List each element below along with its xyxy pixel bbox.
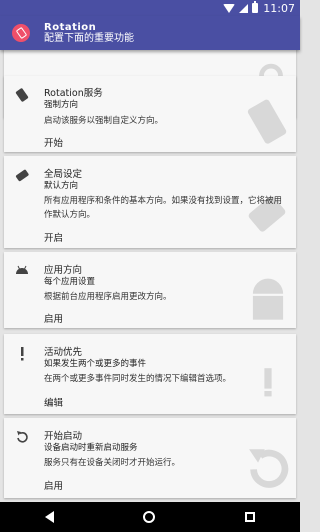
card-subtitle: 如果发生两个或更多的事件 <box>44 359 147 369</box>
card-description: 根据前台应用程序启用更改方向。 <box>44 292 172 302</box>
card-title: Rotation服务 <box>44 88 103 99</box>
app-subtitle: 配置下面的重要功能 <box>44 33 134 44</box>
enable-global-button[interactable]: 开启 <box>44 230 63 244</box>
card-app-orientation: 应用方向 每个应用设置 根据前台应用程序启用更改方向。 启用 <box>4 252 296 328</box>
back-icon[interactable] <box>44 511 54 523</box>
enable-app-orientation-button[interactable]: 启用 <box>44 311 63 325</box>
restart-icon <box>17 431 28 443</box>
enable-boot-start-button[interactable]: 启用 <box>44 478 63 492</box>
status-time: 11:07 <box>263 1 295 15</box>
card-rotation-service: Rotation服务 强制方向 启动该服务以强制自定义方向。 开始 <box>4 76 296 152</box>
recent-apps-icon[interactable] <box>245 512 256 522</box>
card-subtitle: 每个应用设置 <box>44 277 96 287</box>
card-subtitle: 默认方向 <box>44 181 79 191</box>
card-event-priority: 活动优先 如果发生两个或更多的事件 在两个或更多事件同时发生的情况下编辑首选项。… <box>4 334 296 414</box>
battery-icon <box>252 1 259 13</box>
card-subtitle: 设备启动时重新启动服务 <box>44 443 138 453</box>
edit-priority-button[interactable]: 编辑 <box>44 395 63 409</box>
exclamation-icon <box>21 347 24 361</box>
card-global-settings: 全局设定 默认方向 所有应用程序和条件的基本方向。如果没有找到设置，它将被用作默… <box>4 156 296 248</box>
card-description: 启动该服务以强制自定义方向。 <box>44 116 164 126</box>
android-icon <box>16 265 28 274</box>
card-subtitle: 强制方向 <box>44 100 79 110</box>
status-bar: 11:07 <box>0 0 300 16</box>
card-start-on-boot: 开始启动 设备启动时重新启动服务 服务只有在设备关闭时才开始运行。 启用 <box>4 418 296 498</box>
eraser-icon <box>15 169 29 182</box>
app-logo-icon <box>12 24 30 42</box>
card-title: 全局设定 <box>44 169 83 180</box>
card-description: 所有应用程序和条件的基本方向。如果没有找到设置，它将被用作默认方向。 <box>44 196 283 220</box>
card-title: 活动优先 <box>44 347 83 358</box>
card-description: 服务只有在设备关闭时才开始运行。 <box>44 458 181 468</box>
home-icon[interactable] <box>143 511 156 523</box>
phone-rotate-icon <box>15 88 29 102</box>
app-bar: Rotation 配置下面的重要功能 <box>0 16 300 50</box>
start-service-button[interactable]: 开始 <box>44 135 63 149</box>
card-title: 开始启动 <box>44 431 83 442</box>
settings-list[interactable]: 接受 Rotation服务 强制方向 启动该服务以强制自定义方向。 开始 全局设… <box>0 50 300 502</box>
card-description: 在两个或更多事件同时发生的情况下编辑首选项。 <box>44 374 232 384</box>
system-nav-bar <box>0 502 300 532</box>
card-title: 应用方向 <box>44 265 83 276</box>
app-title: Rotation <box>44 22 97 33</box>
signal-icon <box>239 3 249 13</box>
wifi-icon <box>223 3 236 13</box>
